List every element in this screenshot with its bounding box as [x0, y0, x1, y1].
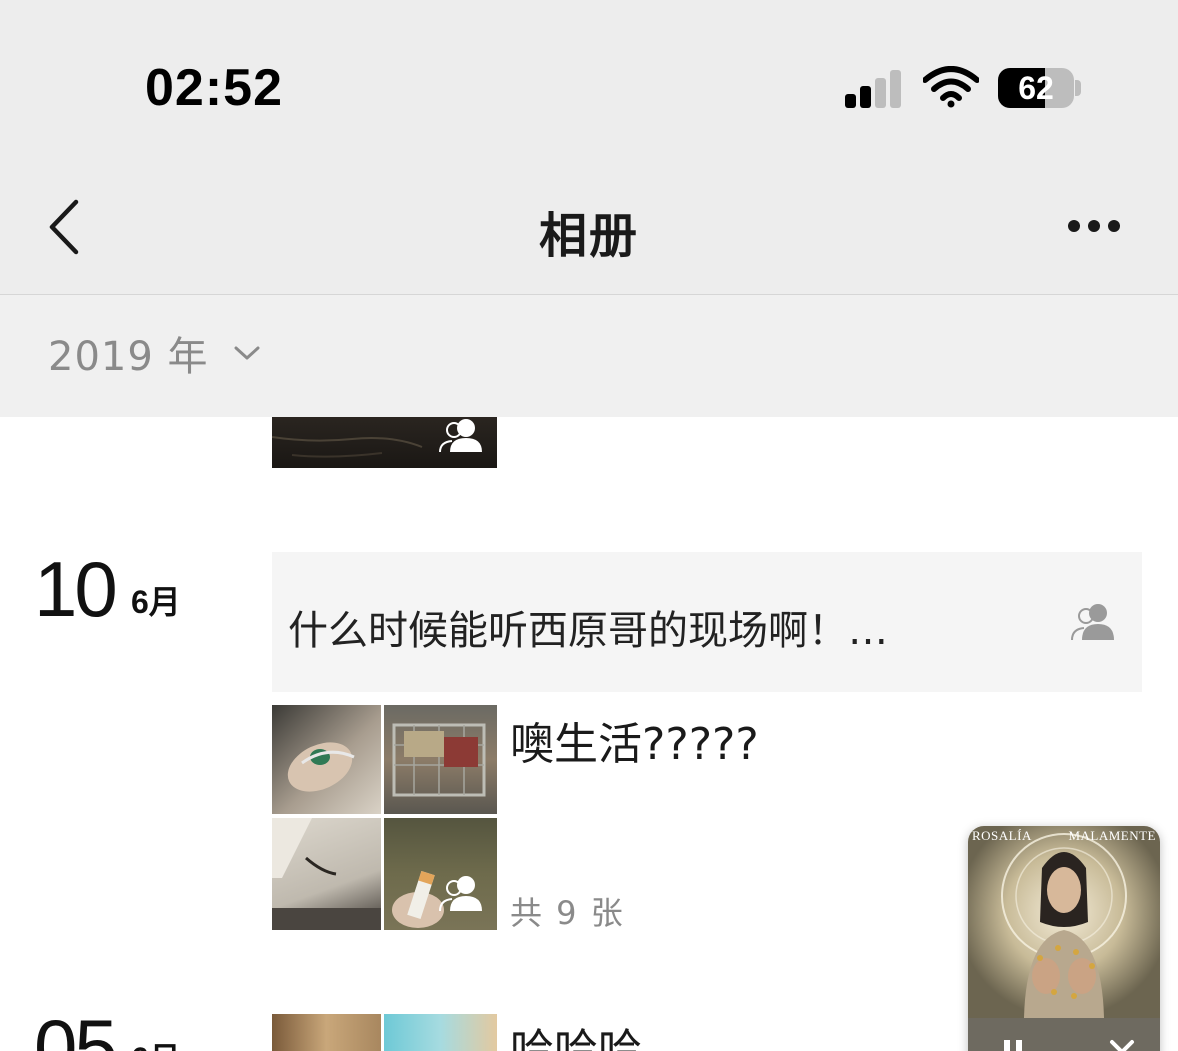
header: 02:52 62 相册	[0, 0, 1178, 295]
photo-thumbnail[interactable]	[272, 818, 381, 930]
battery-icon: 62	[998, 68, 1074, 108]
friends-visible-icon	[439, 876, 482, 912]
friends-visible-icon	[1071, 604, 1114, 641]
year-dropdown[interactable]: 2019 年	[48, 323, 261, 383]
photo-thumbnail[interactable]	[384, 1014, 497, 1051]
post-month: 6月	[131, 584, 181, 620]
photo-post-caption[interactable]: 噢生活?????	[510, 708, 759, 772]
photo-post-caption[interactable]: 哈哈哈	[510, 1014, 642, 1051]
post-day-number: 10	[34, 545, 118, 633]
wifi-icon	[923, 66, 979, 108]
cellular-signal-icon	[845, 68, 905, 108]
status-time: 02:52	[145, 59, 283, 117]
floating-music-player[interactable]: ROSALÍA MALAMENTE	[968, 826, 1160, 1051]
battery-level: 62	[1018, 69, 1054, 106]
pause-icon[interactable]	[1002, 1038, 1024, 1051]
friends-visible-icon	[439, 419, 482, 453]
album-art	[968, 826, 1160, 1018]
post-day-number: 05	[34, 1003, 118, 1051]
photo-count: 共 9 张	[510, 894, 625, 932]
photo-thumbnail[interactable]	[384, 818, 497, 930]
photo-thumbnail[interactable]	[272, 1014, 381, 1051]
text-post-card[interactable]: 什么时候能听西原哥的现场啊！…	[272, 552, 1142, 692]
album-screen: 10 6月 什么时候能听西原哥的现场啊！… 噢生活????? 共 9 张 05 …	[0, 0, 1178, 1051]
close-icon[interactable]	[1108, 1038, 1136, 1051]
album-title-text: MALAMENTE	[1068, 828, 1156, 843]
player-controls	[968, 1018, 1160, 1051]
year-dropdown-label: 2019 年	[48, 334, 209, 380]
battery-tip	[1075, 80, 1081, 96]
photo-thumbnail[interactable]	[272, 705, 381, 814]
page-title: 相册	[538, 208, 639, 264]
post-month: 6月	[131, 1034, 181, 1051]
album-artist-text: ROSALÍA	[972, 828, 1032, 843]
year-filter-bar: 2019 年	[0, 295, 1178, 417]
text-post-content: 什么时候能听西原哥的现场啊！…	[288, 608, 888, 654]
chevron-down-icon	[234, 346, 260, 360]
more-options-icon[interactable]	[1062, 208, 1126, 244]
photo-thumbnail[interactable]	[384, 705, 497, 814]
